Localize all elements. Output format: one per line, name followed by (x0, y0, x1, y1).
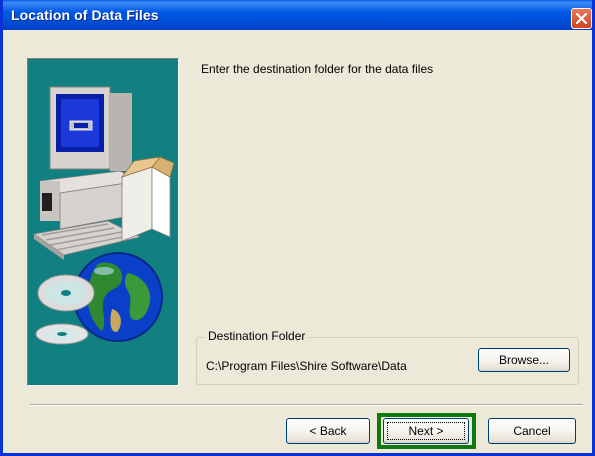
browse-button-label: Browse... (498, 353, 549, 367)
window-title: Location of Data Files (11, 7, 159, 23)
back-button-label: < Back (309, 424, 347, 438)
button-separator (30, 404, 583, 406)
close-icon (576, 13, 587, 24)
cancel-button-label: Cancel (513, 424, 551, 438)
title-bar[interactable]: Location of Data Files (3, 0, 592, 30)
focus-rectangle (387, 422, 465, 440)
banner-image (27, 58, 179, 386)
browse-button[interactable]: Browse... (478, 348, 570, 372)
close-button[interactable] (571, 8, 592, 29)
computer-globe-illustration (32, 86, 175, 345)
back-button[interactable]: < Back (286, 418, 370, 444)
cancel-button[interactable]: Cancel (488, 418, 576, 444)
destination-path-text: C:\Program Files\Shire Software\Data (206, 359, 407, 373)
next-button[interactable]: Next > (383, 418, 469, 444)
destination-folder-label: Destination Folder (205, 329, 309, 343)
instruction-text: Enter the destination folder for the dat… (201, 62, 434, 76)
